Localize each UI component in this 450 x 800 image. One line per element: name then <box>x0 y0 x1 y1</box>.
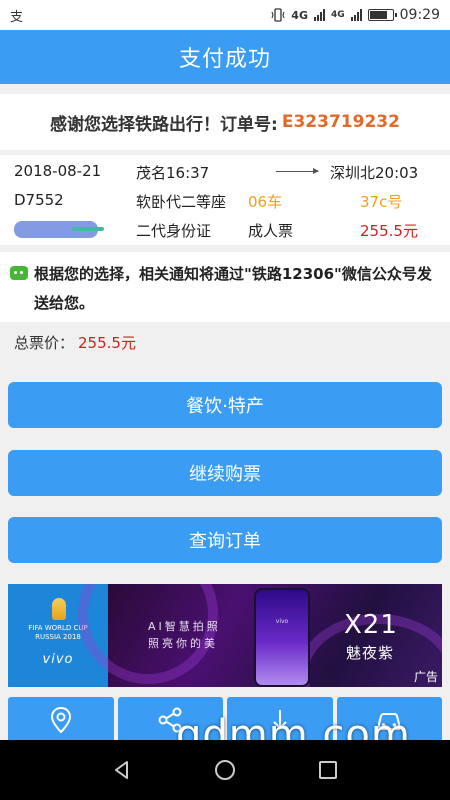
seat-type: 软卧代二等座 <box>136 193 227 211</box>
network-type: 4G <box>291 8 308 22</box>
back-triangle-icon <box>114 761 128 779</box>
signal-icon-2 <box>350 9 362 21</box>
order-number: E323719232 <box>281 112 400 132</box>
ad-model-name: X21 <box>344 610 398 640</box>
car-number: 06车 <box>248 193 283 211</box>
phone-image: vivo <box>254 588 310 687</box>
thanks-text: 感谢您选择铁路出行！订单号: <box>50 114 278 135</box>
back-button[interactable] <box>102 750 142 790</box>
ad-label: 广告 <box>413 670 438 684</box>
vibrate-icon <box>271 8 285 22</box>
continue-booking-button[interactable]: 继续购票 <box>8 450 442 496</box>
system-nav-bar <box>0 740 450 800</box>
id-type: 二代身份证 <box>136 222 212 240</box>
total-price: 总票价： 255.5元 <box>14 332 136 353</box>
page-title: 支付成功 <box>178 47 271 72</box>
app-header: 支付成功 <box>0 30 450 84</box>
ad-visual: AI智慧拍照 照亮你的美 vivo X21 魅夜紫 广告 <box>78 584 442 687</box>
recents-button[interactable] <box>308 750 348 790</box>
arrow-right-icon <box>276 168 319 174</box>
location-pin-icon <box>50 706 71 734</box>
total-label: 总票价： <box>14 334 75 352</box>
wechat-icon <box>10 266 28 280</box>
world-cup-trophy-icon <box>52 598 66 620</box>
slogan-line1: AI智慧拍照 <box>148 620 221 633</box>
phone-logo: vivo <box>275 618 289 625</box>
clock: 09:29 <box>399 7 440 23</box>
slogan-line2: 照亮你的美 <box>148 637 218 650</box>
redaction-mark <box>72 227 104 231</box>
network-type-2: 4G <box>330 10 345 20</box>
ticket-details: 2018-08-21 茂名16:37 深圳北20:03 D7552 软卧代二等座… <box>0 155 450 245</box>
battery-icon <box>367 9 397 21</box>
notification-app-icon: 支 <box>10 9 24 25</box>
arrival: 深圳北20:03 <box>330 164 419 182</box>
departure: 茂名16:37 <box>136 164 210 182</box>
status-bar: 支 4G 4G 09:29 <box>0 0 450 30</box>
wechat-notice: 根据您的选择，相关通知将通过"铁路12306"微信公众号发送给您。 <box>0 252 450 322</box>
ticket-type: 成人票 <box>248 222 294 240</box>
status-right: 4G 4G 09:29 <box>271 7 440 23</box>
notice-text: 根据您的选择，相关通知将通过"铁路12306"微信公众号发送给您。 <box>34 265 432 312</box>
signal-icon <box>313 9 325 21</box>
query-orders-button[interactable]: 查询订单 <box>8 517 442 563</box>
ad-color-name: 魅夜紫 <box>346 644 395 662</box>
home-button[interactable] <box>205 750 245 790</box>
ticket-price: 255.5元 <box>360 222 418 240</box>
thanks-banner: 感谢您选择铁路出行！订单号: E323719232 <box>0 94 450 150</box>
recents-square-icon <box>319 761 338 779</box>
seat-number: 37c号 <box>360 193 403 211</box>
tile-location[interactable] <box>8 697 114 743</box>
ad-banner[interactable]: FIFA WORLD CUP RUSSIA 2018 vivo AI智慧拍照 照… <box>8 584 442 687</box>
ad-slogan: AI智慧拍照 照亮你的美 <box>148 618 221 652</box>
total-value: 255.5元 <box>78 334 136 352</box>
home-circle-icon <box>214 760 235 780</box>
food-specialty-button[interactable]: 餐饮·特产 <box>8 382 442 428</box>
travel-date: 2018-08-21 <box>14 162 102 180</box>
train-number: D7552 <box>14 191 64 209</box>
